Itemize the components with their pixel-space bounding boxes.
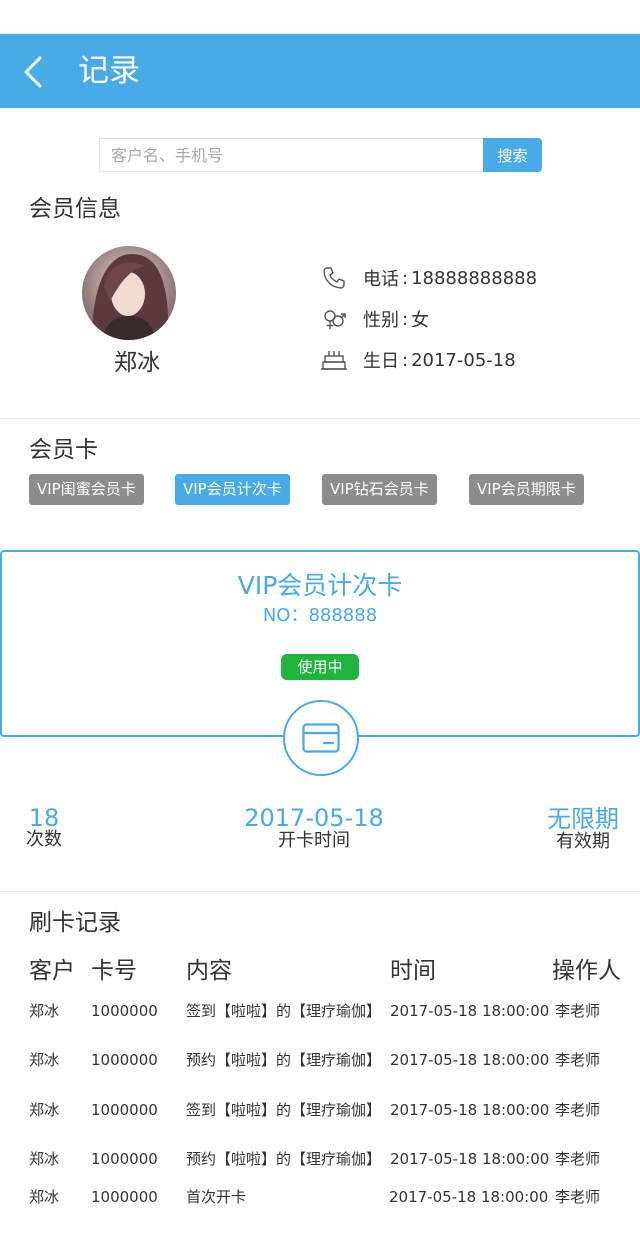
cell-operator: 李老师 bbox=[555, 1051, 601, 1069]
cell-card-no: 1000000 bbox=[91, 1188, 158, 1206]
column-header-content: 内容 bbox=[186, 958, 232, 984]
header-bar: 记录 bbox=[0, 34, 640, 108]
gender-colon: : bbox=[402, 308, 409, 330]
records-title: 刷卡记录 bbox=[29, 910, 121, 936]
member-name: 郑冰 bbox=[114, 350, 160, 376]
member-cards-title: 会员卡 bbox=[29, 437, 98, 463]
cell-customer: 郑冰 bbox=[29, 1002, 60, 1020]
section-divider bbox=[0, 891, 640, 892]
column-header-card-no: 卡号 bbox=[91, 958, 137, 984]
cell-card-no: 1000000 bbox=[91, 1150, 158, 1168]
card-tag-2[interactable]: VIP钻石会员卡 bbox=[322, 474, 437, 505]
cell-customer: 郑冰 bbox=[29, 1101, 60, 1119]
cell-customer: 郑冰 bbox=[29, 1188, 60, 1206]
card-tag-0[interactable]: VIP闺蜜会员卡 bbox=[29, 474, 144, 505]
cell-content: 首次开卡 bbox=[186, 1188, 247, 1206]
cell-time: 2017-05-18 18:00:00 bbox=[390, 1101, 550, 1119]
card-icon-circle bbox=[283, 700, 359, 776]
cell-time: 2017-05-18 18:00:00 bbox=[390, 1051, 550, 1069]
count-label: 次数 bbox=[26, 829, 62, 850]
open-date-label: 开卡时间 bbox=[278, 830, 350, 851]
section-divider bbox=[0, 418, 640, 419]
phone-row: 电话 : 18888888888 bbox=[320, 263, 537, 293]
phone-icon bbox=[320, 264, 348, 292]
phone-colon: : bbox=[402, 267, 409, 289]
cell-card-no: 1000000 bbox=[91, 1051, 158, 1069]
cell-content: 签到【啦啦】的【理疗瑜伽】 bbox=[186, 1101, 382, 1119]
selected-card-name: VIP会员计次卡 bbox=[237, 571, 403, 600]
validity-label: 有效期 bbox=[556, 831, 610, 852]
search-input[interactable] bbox=[99, 138, 483, 172]
birthday-colon: : bbox=[402, 349, 409, 371]
gender-icon bbox=[320, 305, 348, 333]
birthday-cake-icon bbox=[320, 346, 348, 374]
cell-card-no: 1000000 bbox=[91, 1101, 158, 1119]
gender-label: 性别 bbox=[363, 310, 399, 331]
cell-time: 2017-05-18 18:00:00 bbox=[390, 1150, 550, 1168]
status-badge: 使用中 bbox=[281, 654, 359, 680]
cell-content: 预约【啦啦】的【理疗瑜伽】 bbox=[186, 1051, 382, 1069]
cell-operator: 李老师 bbox=[555, 1002, 601, 1020]
gender-value: 女 bbox=[411, 310, 430, 331]
cell-card-no: 1000000 bbox=[91, 1002, 158, 1020]
birthday-row: 生日 : 2017-05-18 bbox=[320, 345, 516, 375]
birthday-label: 生日 bbox=[363, 351, 399, 372]
back-button[interactable] bbox=[22, 52, 62, 92]
status-bar bbox=[0, 0, 640, 34]
card-tag-1[interactable]: VIP会员计次卡 bbox=[175, 474, 290, 505]
page-title: 记录 bbox=[78, 53, 140, 89]
cell-customer: 郑冰 bbox=[29, 1051, 60, 1069]
search-button[interactable]: 搜索 bbox=[483, 138, 542, 172]
cell-time: 2017-05-18 18:00:00 bbox=[389, 1188, 549, 1206]
cell-operator: 李老师 bbox=[555, 1101, 601, 1119]
avatar bbox=[82, 246, 176, 340]
cell-content: 签到【啦啦】的【理疗瑜伽】 bbox=[186, 1002, 382, 1020]
birthday-value: 2017-05-18 bbox=[411, 349, 516, 371]
cell-time: 2017-05-18 18:00:00 bbox=[390, 1002, 550, 1020]
phone-label: 电话 bbox=[363, 269, 399, 290]
card-icon bbox=[302, 723, 340, 753]
column-header-customer: 客户 bbox=[29, 958, 75, 984]
cell-operator: 李老师 bbox=[555, 1188, 601, 1206]
card-tag-3[interactable]: VIP会员期限卡 bbox=[469, 474, 584, 505]
gender-row: 性别 : 女 bbox=[320, 304, 429, 334]
cell-customer: 郑冰 bbox=[29, 1150, 60, 1168]
cell-operator: 李老师 bbox=[555, 1150, 601, 1168]
selected-card-number: NO：888888 bbox=[262, 605, 378, 626]
cell-content: 预约【啦啦】的【理疗瑜伽】 bbox=[186, 1150, 382, 1168]
column-header-time: 时间 bbox=[390, 958, 436, 984]
column-header-operator: 操作人 bbox=[552, 958, 621, 984]
back-arrow-icon bbox=[24, 56, 42, 88]
member-info-title: 会员信息 bbox=[29, 196, 121, 222]
phone-value: 18888888888 bbox=[411, 267, 538, 289]
